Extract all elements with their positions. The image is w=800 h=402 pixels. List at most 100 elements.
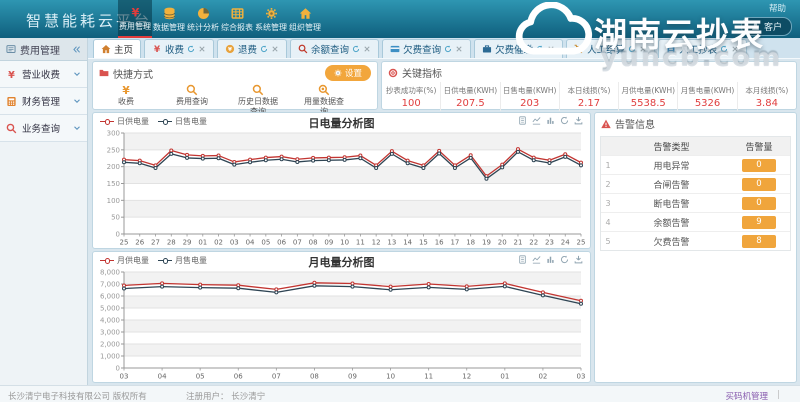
refresh-icon[interactable] (720, 45, 728, 53)
line-switch-icon[interactable] (532, 116, 541, 125)
search-icon (186, 84, 198, 96)
svg-text:08: 08 (309, 239, 318, 247)
kpi-label: 抄表成功率(%) (386, 85, 436, 96)
alarm-title: 告警信息 (615, 116, 655, 131)
kpi-read-success-rate: 抄表成功率(%) 100 (382, 82, 440, 111)
nav-item-organization[interactable]: 组织管理 (288, 0, 322, 38)
close-icon[interactable] (547, 45, 555, 53)
bar-switch-icon[interactable] (546, 255, 555, 264)
alarm-count-badge[interactable]: 8 (742, 235, 776, 248)
close-icon[interactable] (271, 45, 279, 53)
collapse-icon[interactable] (72, 45, 81, 54)
refresh-icon[interactable] (444, 45, 452, 53)
svg-text:100: 100 (107, 197, 120, 205)
alarm-count-badge[interactable]: 0 (742, 159, 776, 172)
download-icon[interactable] (574, 255, 583, 264)
kpi-daily-supply: 日供电量(KWH) 207.5 (440, 82, 499, 111)
tab-manual-meter-reading[interactable]: 人工抄表 (658, 39, 747, 58)
sidebar-item-label: 财务管理 (22, 94, 60, 108)
tab-manual-settlement[interactable]: 人工结算 (566, 39, 655, 58)
svg-text:300: 300 (107, 130, 120, 138)
user-button[interactable]: 客户 (741, 17, 792, 36)
alarm-row-no: 1 (601, 161, 615, 170)
alarm-count-badge[interactable]: 0 (742, 197, 776, 210)
yen-icon: ¥ (120, 84, 132, 96)
restore-icon[interactable] (560, 255, 569, 264)
alarm-row-balance: 4 余额告警 9 (601, 212, 790, 231)
kpi-daily-line-loss: 本日线损(%) 2.17 (559, 82, 618, 111)
footer-link[interactable]: 买码机管理 (725, 390, 768, 402)
nav-item-fee-management[interactable]: ¥ 费用管理 (118, 0, 152, 38)
svg-text:15: 15 (419, 239, 428, 247)
line-switch-icon[interactable] (532, 255, 541, 264)
dataview-icon[interactable] (518, 255, 527, 264)
svg-text:3,000: 3,000 (100, 329, 120, 337)
nav-item-data-management[interactable]: 数据管理 (152, 0, 186, 38)
help-link[interactable]: 帮助 (769, 4, 786, 14)
warning-icon (601, 119, 611, 129)
nav-item-label: 统计分析 (187, 22, 219, 33)
tab-label: 人工抄表 (679, 42, 717, 56)
legend-label: 月供电量 (117, 255, 149, 266)
alarm-row-no: 5 (601, 237, 615, 246)
nav-item-label: 数据管理 (153, 22, 185, 33)
nav-item-reports[interactable]: 综合报表 (220, 0, 254, 38)
kpi-label: 日售电量(KWH) (503, 85, 557, 96)
svg-text:08: 08 (310, 373, 319, 381)
database-icon (163, 7, 176, 20)
chevron-down-icon (73, 124, 81, 132)
close-icon[interactable] (639, 45, 647, 53)
alarm-table-header: 告警类型 告警量 (601, 137, 790, 155)
kpi-value: 100 (402, 98, 421, 109)
refresh-icon[interactable] (187, 45, 195, 53)
close-icon[interactable] (198, 45, 206, 53)
refresh-icon[interactable] (628, 45, 636, 53)
dataview-icon[interactable] (518, 116, 527, 125)
svg-text:07: 07 (293, 239, 302, 247)
tab-arrears-query[interactable]: 欠费查询 (382, 39, 471, 58)
svg-text:150: 150 (107, 180, 120, 188)
svg-text:5,000: 5,000 (100, 305, 120, 313)
sidebar-item-finance-management[interactable]: 财务管理 (0, 88, 87, 115)
tab-refund[interactable]: ¥ 退费 (217, 39, 287, 58)
svg-text:¥: ¥ (131, 6, 139, 19)
refresh-icon[interactable] (536, 45, 544, 53)
svg-text:05: 05 (261, 239, 270, 247)
download-icon[interactable] (574, 116, 583, 125)
refresh-icon[interactable] (260, 45, 268, 53)
restore-icon[interactable] (560, 116, 569, 125)
close-icon[interactable] (731, 45, 739, 53)
tab-arrears-collection[interactable]: 欠费催缴 (474, 39, 563, 58)
sidebar-item-business-charging[interactable]: ¥ 营业收费 (0, 61, 87, 88)
legend-daily-supply[interactable]: 日供电量 (100, 116, 149, 127)
nav-item-system-management[interactable]: 系统管理 (254, 0, 288, 38)
table-icon (231, 7, 244, 20)
nav-item-statistics[interactable]: 统计分析 (186, 0, 220, 38)
alarm-count-badge[interactable]: 9 (742, 216, 776, 229)
close-icon[interactable] (455, 45, 463, 53)
home-icon (299, 7, 312, 20)
legend-monthly-supply[interactable]: 月供电量 (100, 255, 149, 266)
list-icon (6, 44, 16, 54)
settings-button[interactable]: 设置 (325, 65, 371, 81)
yen-icon: ¥ (152, 44, 162, 54)
tab-charging[interactable]: ¥ 收费 (144, 39, 214, 58)
alarm-count-badge[interactable]: 0 (742, 178, 776, 191)
legend-daily-sale[interactable]: 日售电量 (158, 116, 207, 127)
svg-text:20: 20 (498, 239, 507, 247)
sidebar-item-business-query[interactable]: 业务查询 (0, 115, 87, 142)
close-icon[interactable] (363, 45, 371, 53)
sidebar-header[interactable]: 费用管理 (0, 38, 87, 61)
kpi-value: 207.5 (456, 98, 485, 109)
tab-home[interactable]: 主页 (93, 39, 141, 58)
svg-text:06: 06 (277, 239, 286, 247)
svg-text:03: 03 (230, 239, 239, 247)
nav-item-label: 组织管理 (289, 22, 321, 33)
legend-monthly-sale[interactable]: 月售电量 (158, 255, 207, 266)
tab-balance-query[interactable]: 余额查询 (290, 39, 379, 58)
bar-switch-icon[interactable] (546, 116, 555, 125)
alarm-header: 告警信息 (595, 113, 796, 133)
refresh-icon[interactable] (352, 45, 360, 53)
search-icon (6, 123, 17, 134)
indicator-icon (388, 68, 398, 78)
